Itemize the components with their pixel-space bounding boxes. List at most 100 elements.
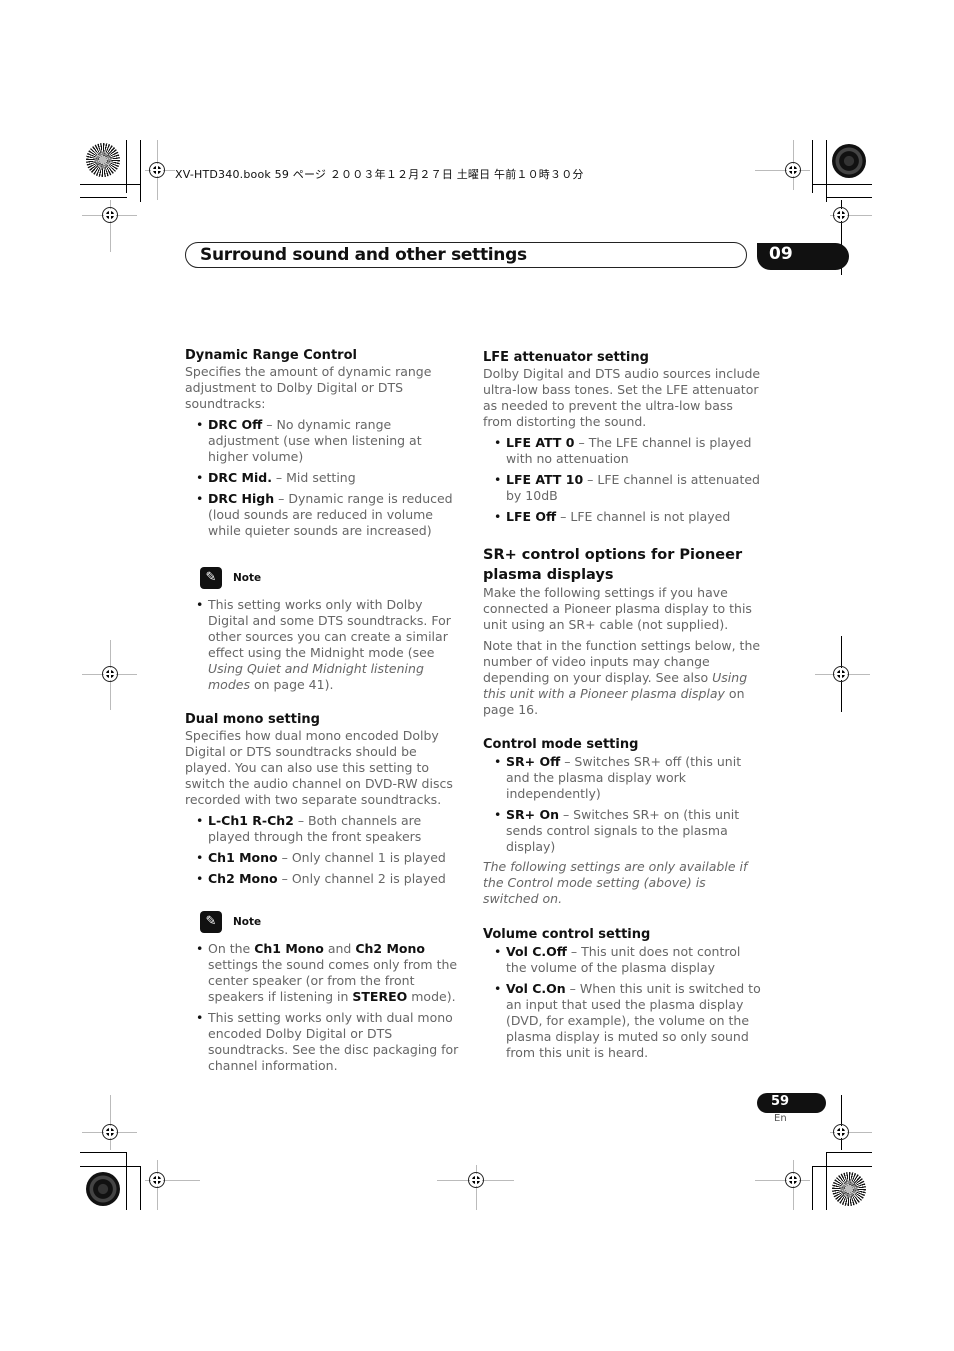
- lfe-section: LFE attenuator setting Dolby Digital and…: [483, 350, 763, 525]
- option-list: SR+ Off – Switches SR+ off (this unit an…: [483, 754, 763, 855]
- sr-plus-section: SR+ control options for Pioneer plasma d…: [483, 545, 763, 718]
- left-column: Dynamic Range Control Specifies the amou…: [185, 348, 465, 1074]
- crop-line: [812, 1166, 872, 1167]
- option-term: SR+ Off: [506, 754, 561, 769]
- color-target-icon: [86, 143, 120, 177]
- guide-line: [110, 1095, 111, 1150]
- note-list: This setting works only with Dolby Digit…: [185, 597, 465, 693]
- option-desc: – Only channel 2 is played: [277, 871, 446, 886]
- note-box: ✎ Note This setting works only with Dolb…: [185, 567, 465, 693]
- option-desc: – LFE channel is not played: [556, 509, 731, 524]
- section-heading: LFE attenuator setting: [483, 350, 649, 365]
- note-text: This setting works only with dual mono e…: [208, 1010, 459, 1073]
- note-label: Note: [233, 916, 262, 928]
- option-term: LFE ATT 10: [506, 472, 584, 487]
- print-header: XV-HTD340.book 59 ページ ２００３年１２月２７日 土曜日 午前…: [175, 168, 584, 181]
- note-label: Note: [233, 572, 262, 584]
- list-item: DRC Off – No dynamic range adjustment (u…: [185, 417, 465, 465]
- note-text: mode).: [407, 989, 456, 1004]
- option-term: SR+ On: [506, 807, 559, 822]
- crop-line: [126, 1152, 127, 1210]
- list-item: DRC Mid. – Mid setting: [185, 470, 465, 486]
- crop-line: [841, 1095, 842, 1150]
- note-term: STEREO: [352, 989, 408, 1004]
- list-item: LFE ATT 10 – LFE channel is attenuated b…: [483, 472, 763, 504]
- section-heading: Volume control setting: [483, 927, 651, 942]
- list-item: Vol C.Off – This unit does not control t…: [483, 944, 763, 976]
- registration-mark-icon: [785, 1172, 801, 1188]
- section-intro: Dolby Digital and DTS audio sources incl…: [483, 366, 761, 429]
- option-term: L-Ch1 R-Ch2: [208, 813, 294, 828]
- note-header: ✎ Note: [200, 911, 465, 933]
- list-item: SR+ On – Switches SR+ on (this unit send…: [483, 807, 763, 855]
- registration-mark-icon: [149, 1172, 165, 1188]
- language-label: En: [774, 1113, 787, 1124]
- option-term: Vol C.Off: [506, 944, 567, 959]
- chapter-number: 09: [757, 243, 849, 270]
- crop-line: [812, 1166, 813, 1210]
- list-item: Ch2 Mono – Only channel 2 is played: [185, 871, 465, 887]
- option-term: LFE Off: [506, 509, 557, 524]
- note-box: ✎ Note On the Ch1 Mono and Ch2 Mono sett…: [185, 911, 465, 1074]
- list-item: DRC High – Dynamic range is reduced (lou…: [185, 491, 465, 539]
- list-item: LFE Off – LFE channel is not played: [483, 509, 763, 525]
- section-heading: Control mode setting: [483, 737, 639, 752]
- crop-line: [826, 197, 872, 198]
- option-term: LFE ATT 0: [506, 435, 575, 450]
- registration-mark-icon: [833, 207, 849, 223]
- option-list: DRC Off – No dynamic range adjustment (u…: [185, 417, 465, 539]
- registration-mark-icon: [102, 1124, 118, 1140]
- crop-line: [140, 1166, 141, 1210]
- note-text: On the: [208, 941, 255, 956]
- option-term: DRC High: [208, 491, 275, 506]
- crop-line: [812, 140, 813, 193]
- option-list: L-Ch1 R-Ch2 – Both channels are played t…: [185, 813, 465, 887]
- section-paragraph: Make the following settings if you have …: [483, 585, 752, 632]
- dynamic-range-section: Dynamic Range Control Specifies the amou…: [185, 348, 465, 539]
- registration-mark-icon: [149, 162, 165, 178]
- option-list: Vol C.Off – This unit does not control t…: [483, 944, 763, 1061]
- note-text: and: [323, 941, 356, 956]
- availability-note: The following settings are only availabl…: [483, 859, 748, 906]
- section-paragraph: Note that in the function settings below…: [483, 638, 763, 718]
- crop-line: [80, 184, 140, 185]
- chapter-title-box: Surround sound and other settings: [185, 242, 747, 268]
- registration-mark-icon: [102, 207, 118, 223]
- pencil-icon: ✎: [200, 911, 222, 933]
- crop-line: [80, 1166, 140, 1167]
- crop-line: [80, 1152, 127, 1153]
- page-number: 59: [757, 1093, 826, 1113]
- crop-line: [826, 140, 827, 202]
- registration-mark-icon: [785, 162, 801, 178]
- note-header: ✎ Note: [200, 567, 465, 589]
- option-term: Vol C.On: [506, 981, 566, 996]
- registration-mark-icon: [468, 1172, 484, 1188]
- note-term: Ch1 Mono: [254, 941, 324, 956]
- list-item: Ch1 Mono – Only channel 1 is played: [185, 850, 465, 866]
- chapter-title: Surround sound and other settings: [200, 245, 527, 265]
- section-intro: Specifies how dual mono encoded Dolby Di…: [185, 728, 453, 807]
- crop-line: [80, 197, 127, 198]
- guide-line: [755, 1180, 810, 1181]
- right-column: LFE attenuator setting Dolby Digital and…: [483, 350, 763, 1061]
- option-term: Ch1 Mono: [208, 850, 278, 865]
- option-desc: – Only channel 1 is played: [277, 850, 446, 865]
- list-item: L-Ch1 R-Ch2 – Both channels are played t…: [185, 813, 465, 845]
- note-text: on page 41).: [249, 677, 334, 692]
- list-item: On the Ch1 Mono and Ch2 Mono settings th…: [185, 941, 465, 1005]
- crop-line: [826, 1152, 872, 1153]
- option-term: Ch2 Mono: [208, 871, 278, 886]
- registration-mark-icon: [833, 1124, 849, 1140]
- option-term: DRC Off: [208, 417, 263, 432]
- list-item: SR+ Off – Switches SR+ off (this unit an…: [483, 754, 763, 802]
- color-target-icon: [86, 1172, 120, 1206]
- option-list: LFE ATT 0 – The LFE channel is played wi…: [483, 435, 763, 525]
- note-list: On the Ch1 Mono and Ch2 Mono settings th…: [185, 941, 465, 1074]
- section-intro: Specifies the amount of dynamic range ad…: [185, 364, 432, 411]
- crop-line: [812, 184, 872, 185]
- volume-control-section: Volume control setting Vol C.Off – This …: [483, 927, 763, 1061]
- list-item: This setting works only with dual mono e…: [185, 1010, 465, 1074]
- section-heading: Dual mono setting: [185, 712, 320, 727]
- list-item: This setting works only with Dolby Digit…: [185, 597, 465, 693]
- guide-line: [755, 170, 810, 171]
